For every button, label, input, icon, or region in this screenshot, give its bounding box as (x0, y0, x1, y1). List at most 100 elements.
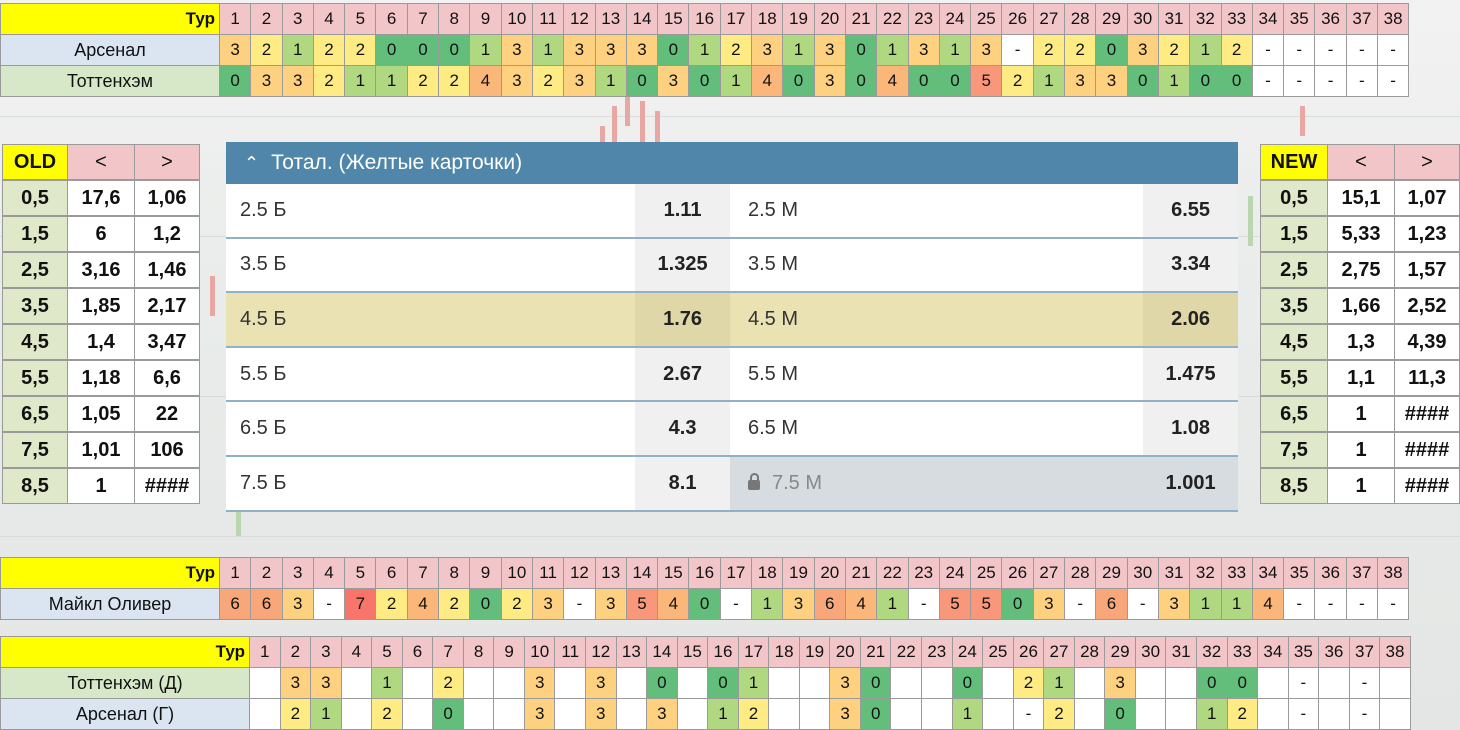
odds-row: 3,5 1,66 2,52 (1260, 288, 1460, 324)
round-number: 23 (921, 636, 953, 668)
round-value: 3 (625, 34, 659, 66)
round-value: 4 (751, 65, 784, 97)
over-label: 5.5 Б (240, 362, 287, 385)
round-number: 12 (585, 636, 617, 668)
round-value: 0 (844, 34, 878, 66)
round-value: 3 (500, 34, 533, 66)
odds-row: 7,5 1,01 106 (2, 432, 200, 468)
round-value: 3 (1157, 588, 1191, 620)
team-name: Тоттенхэм (Д) (0, 667, 250, 699)
over-odds-button[interactable]: 1.11 (635, 184, 730, 237)
round-value (798, 698, 831, 730)
over-odds: 1,07 (1394, 180, 1460, 216)
over-odds: 6,6 (134, 360, 200, 396)
team-name: Арсенал (0, 34, 220, 66)
round-value: 3 (585, 698, 617, 730)
round-value (1134, 667, 1167, 699)
round-value: 3 (782, 588, 815, 620)
round-value: 0 (657, 34, 690, 66)
total-line: 6,5 (1260, 396, 1328, 432)
round-number: 2 (250, 557, 283, 589)
yellow-cards-total-market: ⌃ Тотал. (Желтые карточки) 2.5 Б 1.11 2.5 … (226, 142, 1238, 512)
round-value: 2 (279, 698, 312, 730)
round-value: - (1283, 34, 1316, 66)
chevron-up-icon[interactable]: ⌃ (244, 153, 259, 174)
under-odds: 17,6 (67, 180, 135, 216)
under-label: 4.5 М (748, 307, 799, 330)
team-row-tottenham: Тоттенхэм 033211224323103014030400521330… (0, 65, 1410, 97)
round-value: 0 (907, 65, 940, 97)
round-value: 3 (646, 698, 678, 730)
round-value: - (1348, 698, 1381, 730)
under-odds-button[interactable]: 1.08 (1143, 402, 1238, 455)
round-number: 20 (829, 636, 861, 668)
under-odds: 2,75 (1327, 252, 1395, 288)
round-value: 3 (970, 34, 1003, 66)
over-odds-button[interactable]: 1.325 (635, 238, 730, 292)
odds-row: 7,5 1 #### (1260, 432, 1460, 468)
odds-row: 6,5 1,05 22 (2, 396, 200, 432)
over-odds-button[interactable]: 1.76 (635, 293, 730, 346)
round-value: 4 (406, 588, 440, 620)
round-number: 10 (500, 557, 533, 589)
round-number: 24 (938, 3, 972, 35)
round-value: 2 (250, 34, 283, 66)
top-header-row: Тур 1 2 3 4 5 6 7 8 9 10 11 12 13 14 15 16 17 18 19 20 21 22 2… (0, 3, 1410, 35)
round-number: 9 (469, 3, 502, 35)
round-value (890, 698, 923, 730)
market-row: 2.5 Б 1.11 2.5 М 6.55 (226, 184, 1238, 239)
round-value: 2 (1032, 34, 1066, 66)
round-number: 17 (719, 3, 753, 35)
total-line: 5,5 (1260, 360, 1328, 396)
round-value: 1 (688, 34, 721, 66)
round-number: 21 (859, 636, 892, 668)
round-value: - (1345, 588, 1378, 620)
round-value: - (1283, 65, 1316, 97)
round-value (340, 667, 373, 699)
referee-header-row: Тур 1 2 3 4 5 6 7 8 9 10 11 12 13 14 15 16 17 18 19 20 21 22 2… (0, 557, 1410, 589)
round-header-label: Тур (0, 557, 220, 589)
under-label-cell: 2.5 М (730, 184, 1143, 237)
under-odds-button[interactable]: 1.475 (1143, 347, 1238, 401)
market-row: 7.5 Б 8.1 7.5 М 1.001 (226, 456, 1238, 512)
under-label: 2.5 М (748, 198, 799, 221)
round-number: 33 (1220, 557, 1253, 589)
round-value (1379, 698, 1411, 730)
round-number: 38 (1376, 3, 1410, 35)
round-value: 2 (1043, 698, 1075, 730)
market-header[interactable]: ⌃ Тотал. (Желтые карточки) (226, 142, 1238, 184)
round-number: 14 (646, 636, 678, 668)
under-odds-button[interactable]: 2.06 (1143, 293, 1238, 346)
under-odds: 1,01 (67, 432, 135, 468)
round-number: 3 (310, 636, 342, 668)
round-number: 29 (1095, 557, 1128, 589)
round-value: - (1012, 698, 1045, 730)
round-value: 0 (1001, 588, 1034, 620)
round-value: 2 (1012, 667, 1045, 699)
round-value: 3 (1064, 65, 1097, 97)
round-value: 0 (1189, 65, 1222, 97)
round-number: 5 (371, 636, 403, 668)
under-odds-button[interactable]: 6.55 (1143, 184, 1238, 237)
over-odds-button[interactable]: 4.3 (635, 402, 730, 455)
over-label: 6.5 Б (240, 417, 287, 440)
round-value: - (1376, 588, 1410, 620)
over-odds-button[interactable]: 8.1 (635, 456, 730, 510)
under-odds-button[interactable]: 3.34 (1143, 238, 1238, 292)
over-odds-button[interactable]: 2.67 (635, 347, 730, 401)
team-name: Тоттенхэм (0, 65, 220, 97)
total-line: 3,5 (1260, 288, 1328, 324)
round-value: - (1314, 588, 1347, 620)
round-value: 0 (1126, 65, 1159, 97)
round-number: 28 (1064, 3, 1097, 35)
round-value: 3 (829, 667, 861, 699)
round-number: 20 (813, 3, 846, 35)
round-number: 7 (406, 557, 440, 589)
round-value: 3 (563, 65, 596, 97)
round-value: 1 (344, 65, 377, 97)
round-value (462, 667, 495, 699)
total-line: 3,5 (2, 288, 68, 324)
round-number: 34 (1251, 3, 1285, 35)
over-odds: #### (1394, 396, 1460, 432)
round-number: 13 (594, 3, 627, 35)
